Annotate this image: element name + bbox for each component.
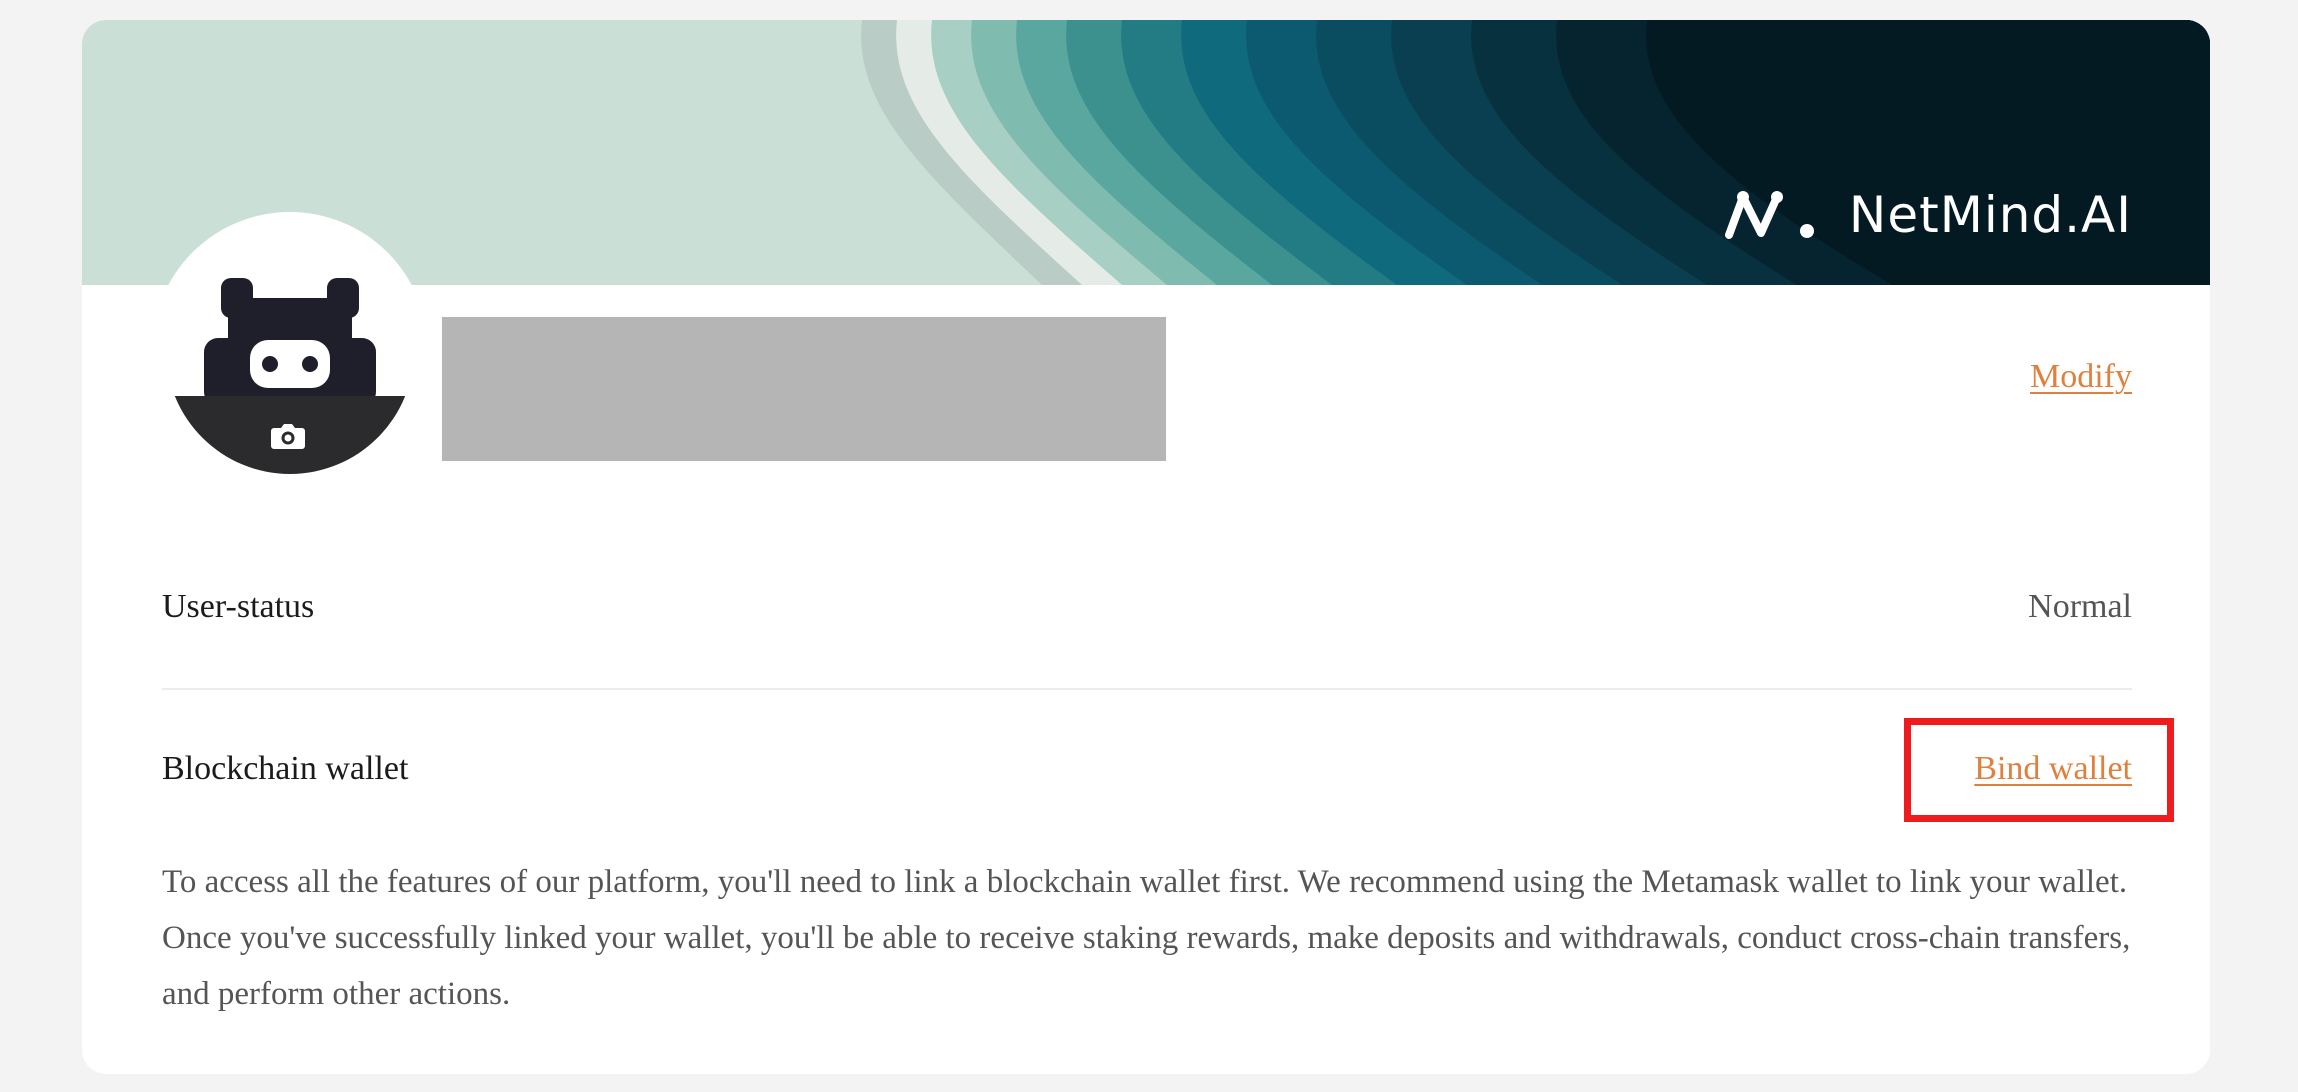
camera-icon[interactable] <box>270 422 306 450</box>
netmind-brand: NetMind.AI <box>1723 186 2132 244</box>
modify-link[interactable]: Modify <box>2030 358 2132 396</box>
wallet-description: To access all the features of our platfo… <box>162 864 2131 1012</box>
bind-wallet-link[interactable]: Bind wallet <box>1974 750 2132 788</box>
redacted-username <box>442 317 1166 461</box>
banner-wave-graphic <box>861 20 2210 285</box>
avatar-frame <box>152 212 428 488</box>
blockchain-wallet-label: Blockchain wallet <box>162 750 409 787</box>
avatar[interactable] <box>166 226 414 474</box>
user-status-label: User-status <box>162 588 315 625</box>
row-divider <box>162 688 2132 690</box>
brand-name: NetMind.AI <box>1848 186 2132 244</box>
profile-card: NetMind.AI Modify User-status Normal Blo… <box>82 20 2210 1074</box>
user-status-value: Normal <box>2028 588 2132 625</box>
avatar-upload-overlay[interactable] <box>166 396 414 474</box>
profile-banner: NetMind.AI <box>82 20 2210 285</box>
netmind-logo-icon <box>1724 191 1814 239</box>
